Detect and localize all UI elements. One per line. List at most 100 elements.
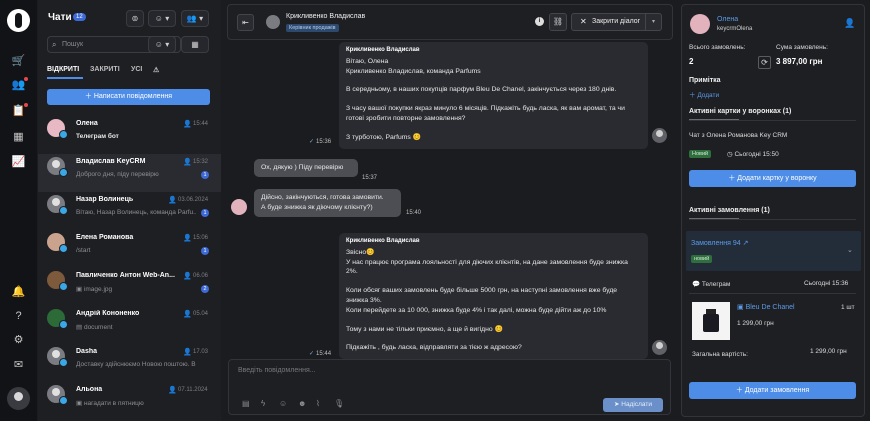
template-icon[interactable]: ▤	[242, 399, 250, 408]
cart-icon[interactable]: 🛒	[11, 54, 26, 69]
search-placeholder: Пошук	[62, 41, 84, 48]
refresh-icon[interactable]: ⟳	[758, 56, 771, 69]
lightning-icon[interactable]: ϟ	[261, 399, 265, 408]
orders-value: 2	[689, 57, 694, 66]
conversation-item[interactable]: Олена Телеграм бот 👤 15:44	[38, 116, 221, 154]
product-image	[692, 302, 730, 340]
tab-closed[interactable]: ЗАКРИТІ	[90, 66, 120, 73]
attach-icon[interactable]: ⌇	[316, 399, 320, 408]
conversation-item[interactable]: Андрій Кононенко ▤ document 👤 05.04	[38, 306, 221, 344]
order-card[interactable]: Замовлення 94 ↗ новий ⌄	[686, 231, 861, 271]
channel-filter-button[interactable]: ☺ ▾	[148, 10, 176, 27]
conversation-name: Павличенко Антон Web-An...	[76, 272, 175, 279]
conversation-name: Андрій Кононенко	[76, 310, 140, 317]
message-line-spacer	[346, 316, 639, 325]
settings-icon[interactable]: ⚙	[11, 333, 26, 348]
unread-badge: 1	[201, 247, 209, 255]
message-line-spacer	[346, 76, 639, 85]
chevron-down-icon[interactable]: ▾	[645, 14, 661, 30]
add-order-label: Додати замовлення	[744, 387, 810, 394]
conversation-item[interactable]: Елена Романова /start 👤 15:06 1	[38, 230, 221, 268]
boxes-icon[interactable]: ▦	[11, 130, 26, 145]
close-dialog-label: Закрити діалог	[592, 18, 641, 25]
order-title: Замовлення 94	[691, 240, 741, 247]
search-icon: ⌕	[52, 40, 57, 49]
note-title: Примітка	[689, 77, 721, 84]
telegram-icon	[59, 168, 68, 177]
conversation-preview: Вітаю, Назар Волинець, команда Parfu...	[76, 209, 196, 216]
write-message-button[interactable]: ＋ Написати повідомлення	[47, 89, 210, 105]
conversation-item[interactable]: Назар Волинець Вітаю, Назар Волинець, ко…	[38, 192, 221, 230]
conversation-preview-text: image.jpg	[83, 286, 113, 293]
write-message-label: Написати повідомлення	[93, 93, 173, 100]
message-author: Крикливенко Владислав	[346, 238, 420, 244]
info-icon[interactable]: i	[535, 17, 544, 26]
link-icon[interactable]: ⛓	[549, 13, 567, 31]
telegram-icon	[59, 206, 68, 215]
calendar-button[interactable]: ▦	[181, 36, 209, 53]
profile-icon[interactable]	[7, 387, 30, 410]
assign-user-icon[interactable]: 👤	[844, 18, 855, 29]
message-line: Ох, дякую ) Піду перевірю	[261, 164, 344, 171]
tab-warning[interactable]: ⚠	[153, 66, 159, 74]
sum-value: 3 897,00 грн	[776, 57, 823, 66]
plus-icon: ＋	[735, 387, 745, 394]
message-line-spacer	[346, 95, 639, 104]
plus-icon: ＋	[728, 175, 738, 182]
telegram-icon	[59, 396, 68, 405]
chat-bubble-icon: 💬	[692, 281, 702, 288]
chart-icon[interactable]: 📈	[11, 155, 26, 170]
customer-name[interactable]: Олена	[717, 16, 738, 23]
emoji-picker-icon[interactable]: ☺	[279, 399, 287, 408]
message-composer[interactable]: Введіть повідомлення... ▤ ϟ ☺ ☻ ⌇ 🎙 ➤ На…	[228, 359, 671, 415]
message-line: З турботою, Parfums 😊	[346, 133, 422, 141]
chat-header: ⇤ Крикливенко Владислав Керівник продажі…	[227, 4, 673, 40]
conversation-item[interactable]: Владислав KeyCRM Доброго дня, піду перев…	[38, 154, 221, 192]
message-line: Підкажіть , будь ласка, відправляти за т…	[346, 344, 522, 352]
contact-avatar	[231, 199, 247, 215]
add-order-button[interactable]: ＋ Додати замовлення	[689, 382, 856, 399]
card-title[interactable]: Чат з Олена Романова Key CRM	[689, 132, 787, 139]
telegram-icon	[59, 320, 68, 329]
conversation-item[interactable]: Dasha Доставку здійснюємо Новою поштою. …	[38, 344, 221, 382]
add-note-label: Додати	[697, 92, 720, 99]
add-card-button[interactable]: ＋ Додати картку у воронку	[689, 170, 856, 187]
manager-filter-button[interactable]: 👥 ▾	[181, 10, 209, 27]
conversation-name: Олена	[76, 120, 98, 127]
bell-icon[interactable]: 🔔	[11, 285, 26, 300]
product-link[interactable]: ▣ Bleu De Chanel	[737, 303, 795, 311]
logo-icon[interactable]	[7, 9, 30, 32]
message-line: Крикливенко Владислав, команда Parfums	[346, 67, 481, 75]
collapse-icon[interactable]: ⇤	[237, 14, 254, 31]
message-line: Вітаю, Олена	[346, 57, 389, 65]
conversation-item[interactable]: Павличенко Антон Web-An... ▣ image.jpg 👤…	[38, 268, 221, 306]
conversation-item[interactable]: Альона ▣ нагадати в пятницю 👤 07.11.2024	[38, 382, 221, 420]
manager-avatar	[652, 340, 667, 355]
send-button[interactable]: ➤ Надіслати	[603, 398, 663, 412]
close-dialog-button[interactable]: ✕ Закрити діалог ▾	[571, 13, 662, 31]
conversation-time: 15:32	[193, 159, 209, 165]
chevron-down-icon[interactable]: ⌄	[847, 246, 853, 254]
conversation-preview-text: document	[83, 324, 113, 331]
conversation-time: 15:44	[193, 121, 209, 127]
contact-name: Крикливенко Владислав	[286, 13, 366, 20]
document-icon: ▤	[76, 324, 84, 331]
card-time: ◷ Сьогодні 15:50	[727, 150, 779, 158]
microphone-icon[interactable]: 🎙	[334, 399, 344, 408]
external-link-icon: ↗	[740, 240, 749, 247]
contact-role-badge: Керівник продажів	[286, 24, 339, 32]
tab-all[interactable]: УСІ	[131, 66, 142, 73]
inbox-icon[interactable]: ✉	[11, 358, 26, 373]
unread-badge: 1	[201, 171, 209, 179]
smile-icon[interactable]: ☻	[298, 399, 306, 408]
settings-filter-button[interactable]: ⊚	[126, 10, 144, 27]
chat-window: ⇤ Крикливенко Владислав Керівник продажі…	[227, 4, 673, 417]
add-note-link[interactable]: ＋ Додати	[689, 89, 719, 99]
order-link[interactable]: Замовлення 94 ↗	[691, 239, 748, 247]
tab-open[interactable]: ВІДКРИТІ	[47, 66, 79, 73]
help-icon[interactable]: ?	[11, 309, 26, 324]
manager-icon: 👤	[183, 349, 192, 356]
status-filter-button[interactable]: ☺ ▾	[148, 36, 176, 53]
conversation-name: Владислав KeyCRM	[76, 158, 146, 165]
manager-icon: 👤	[183, 121, 192, 128]
